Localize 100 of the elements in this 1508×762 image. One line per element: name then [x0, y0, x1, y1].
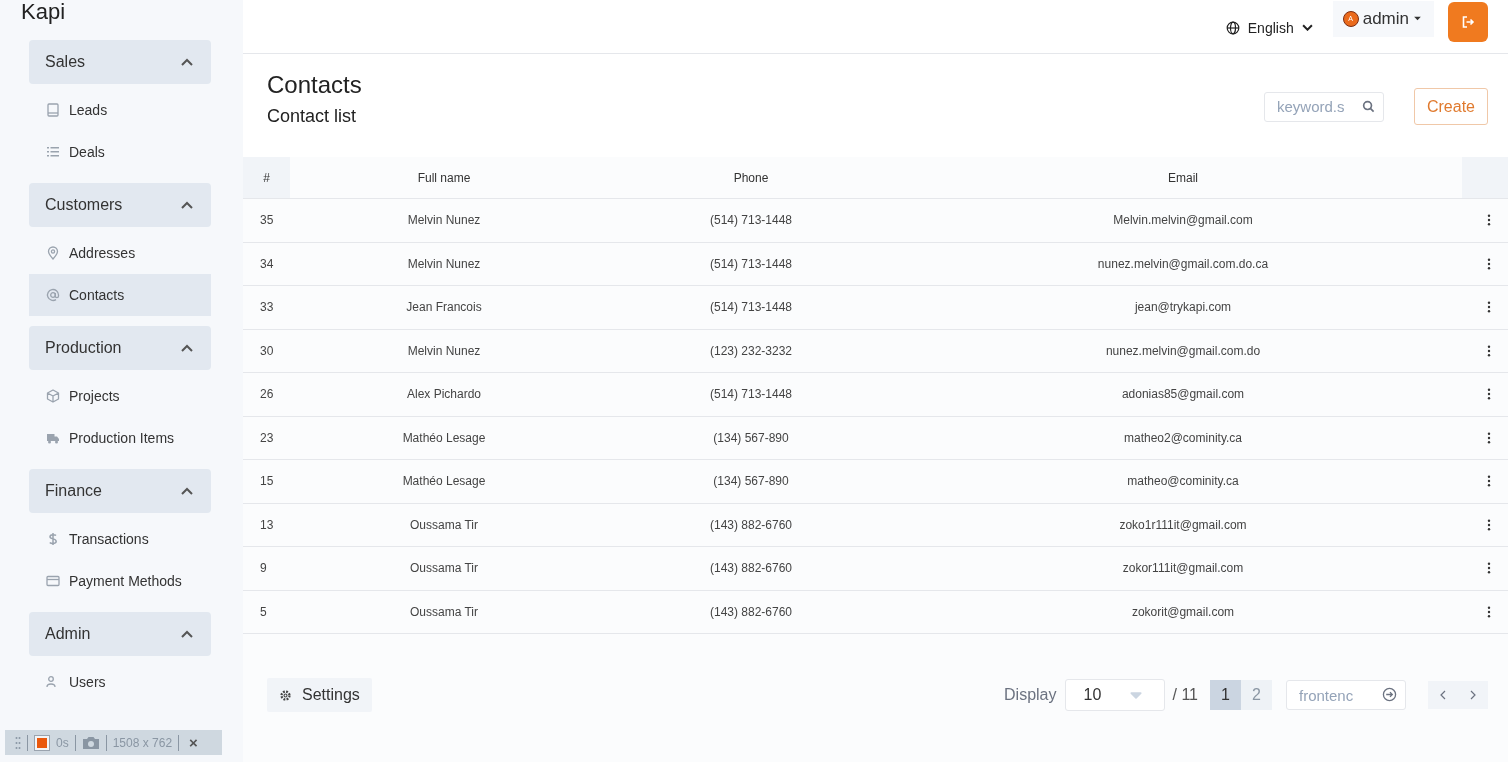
- sidebar-item[interactable]: Contacts: [29, 274, 211, 316]
- sidebar-group-header[interactable]: Finance: [29, 469, 211, 513]
- table-cell: 9: [260, 561, 267, 576]
- globe-icon: [1225, 20, 1240, 35]
- more-options-icon[interactable]: [1487, 562, 1491, 575]
- table-cell: 15: [260, 474, 274, 489]
- table-cell: (514) 713-1448: [709, 213, 793, 228]
- sidebar-item[interactable]: Deals: [29, 131, 211, 173]
- table-cell: nunez.melvin@gmail.com.do.ca: [1097, 256, 1269, 271]
- table-cell: zokorit@gmail.com: [1131, 604, 1235, 619]
- at-sign-icon: [46, 288, 60, 302]
- column-header: #: [243, 157, 290, 198]
- table-cell: 30: [260, 343, 274, 358]
- display-label: Display: [1004, 686, 1057, 704]
- more-options-icon[interactable]: [1487, 605, 1491, 618]
- sidebar-item[interactable]: Leads: [29, 89, 211, 131]
- settings-button[interactable]: Settings: [267, 678, 372, 712]
- table-cell: Mathéo Lesage: [402, 474, 486, 489]
- sidebar-group-header[interactable]: Production: [29, 326, 211, 370]
- table-cell: 5: [260, 604, 267, 619]
- table-cell: (143) 882-6760: [709, 561, 793, 576]
- sidebar-item[interactable]: Projects: [29, 375, 211, 417]
- more-options-icon[interactable]: [1487, 431, 1491, 444]
- table-cell: (143) 882-6760: [709, 604, 793, 619]
- table-cell: 33: [260, 300, 274, 315]
- sidebar-group-header[interactable]: Customers: [29, 183, 211, 227]
- recording-size: 1508 x 762: [112, 735, 173, 750]
- table-cell: adonias85@gmail.com: [1121, 387, 1245, 402]
- caret-icon: [1129, 691, 1142, 699]
- table-cell: Melvin Nunez: [407, 256, 481, 271]
- table-cell: Melvin Nunez: [407, 213, 481, 228]
- table-cell: Alex Pichardo: [406, 387, 481, 402]
- table-cell: (514) 713-1448: [709, 300, 793, 315]
- sidebar-group-header[interactable]: Sales: [29, 40, 211, 84]
- table-cell: Oussama Tir: [410, 517, 478, 532]
- sidebar-item[interactable]: Transactions: [29, 518, 211, 560]
- search-field[interactable]: keyword.s: [1263, 91, 1384, 122]
- table-cell: Melvin Nunez: [407, 343, 481, 358]
- table-cell: (143) 882-6760: [709, 517, 793, 532]
- logout-button[interactable]: [1448, 1, 1488, 42]
- location-pin-icon: [46, 246, 60, 260]
- settings-icon: [279, 688, 292, 702]
- table-cell: Mathéo Lesage: [402, 430, 486, 445]
- book-icon: [46, 103, 60, 117]
- table-cell: (514) 713-1448: [709, 387, 793, 402]
- table-cell: matheo2@cominity.ca: [1124, 430, 1242, 445]
- dollar-icon: [46, 532, 60, 546]
- table-cell: 26: [260, 387, 274, 402]
- chevron-icon: [181, 58, 193, 66]
- chevron-left-icon: [1440, 690, 1446, 700]
- more-options-icon[interactable]: [1487, 214, 1491, 227]
- table-cell: matheo@cominity.ca: [1127, 474, 1239, 489]
- list-icon: [46, 145, 60, 159]
- more-options-icon[interactable]: [1487, 518, 1491, 531]
- table-cell: jean@trykapi.com: [1134, 300, 1232, 315]
- more-options-icon[interactable]: [1487, 475, 1491, 488]
- sidebar-item[interactable]: Production Items: [29, 417, 211, 459]
- chevron-right-icon: [1470, 690, 1476, 700]
- page-subtitle: Contact list: [267, 105, 358, 128]
- language-dropdown[interactable]: English: [1219, 18, 1319, 37]
- logout-icon: [1461, 14, 1475, 29]
- logo: Kapi: [21, 0, 67, 24]
- caret-icon: [1413, 16, 1422, 21]
- close-button[interactable]: ×: [187, 734, 200, 751]
- table-cell: 13: [260, 517, 274, 532]
- more-options-icon[interactable]: [1487, 388, 1491, 401]
- table-cell: zokor111it@gmail.com: [1122, 561, 1244, 576]
- recording-time: 0s: [56, 735, 69, 750]
- credit-card-icon: [46, 574, 60, 588]
- table-cell: (514) 713-1448: [709, 256, 793, 271]
- chevron-icon: [181, 487, 193, 495]
- total-pages: / 11: [1172, 686, 1198, 704]
- caret-icon: [1301, 24, 1313, 31]
- page-button[interactable]: 1: [1210, 680, 1241, 710]
- chevron-icon: [181, 630, 193, 638]
- more-options-icon[interactable]: [1487, 257, 1491, 270]
- table-cell: Melvin.melvin@gmail.com: [1113, 213, 1253, 228]
- search-icon: [1361, 99, 1375, 113]
- arrow-circle-icon: [1382, 687, 1397, 702]
- sidebar-item[interactable]: Addresses: [29, 232, 211, 274]
- table-cell: Oussama Tir: [410, 561, 478, 576]
- stop-record-icon[interactable]: [34, 734, 50, 751]
- page-size-select[interactable]: 10: [1064, 679, 1165, 711]
- page-title: Contacts: [267, 70, 362, 100]
- table-cell: nunez.melvin@gmail.com.do: [1105, 343, 1261, 358]
- table-cell: (123) 232-3232: [709, 343, 793, 358]
- sidebar-group-header[interactable]: Admin: [29, 612, 211, 656]
- table-cell: Oussama Tir: [410, 604, 478, 619]
- sidebar-item[interactable]: Users: [29, 661, 211, 703]
- more-options-icon[interactable]: [1487, 344, 1491, 357]
- drag-handle-icon[interactable]: [15, 735, 21, 750]
- table-cell: Jean Francois: [406, 300, 482, 315]
- table-cell: 35: [260, 213, 274, 228]
- cube-icon: [46, 389, 60, 403]
- table-cell: 34: [260, 256, 274, 271]
- sidebar-item[interactable]: Payment Methods: [29, 560, 211, 602]
- more-options-icon[interactable]: [1487, 301, 1491, 314]
- chevron-icon: [181, 344, 193, 352]
- table-cell: (134) 567-890: [713, 430, 789, 445]
- go-to-page-field[interactable]: frontenc: [1286, 680, 1406, 710]
